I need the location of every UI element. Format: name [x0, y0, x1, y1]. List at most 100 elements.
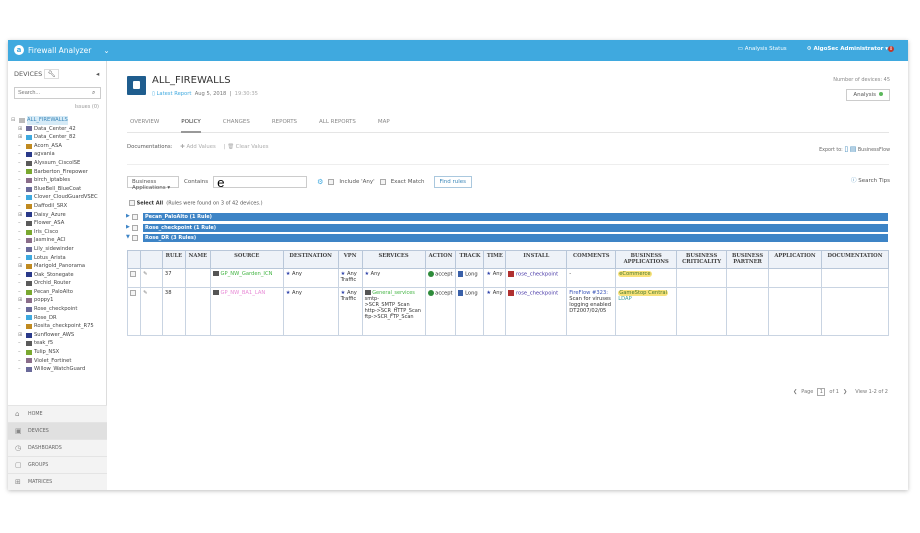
- expand-icon[interactable]: ⊞: [18, 296, 24, 305]
- analysis-button[interactable]: Analysis: [846, 89, 890, 101]
- business-app-link[interactable]: LDAP: [618, 296, 631, 302]
- tree-item[interactable]: ⊞ poppy1: [8, 296, 107, 305]
- group-checkbox[interactable]: [132, 224, 138, 231]
- app-logo[interactable]: a Firewall Analyzer ⌄: [14, 45, 110, 55]
- caret-down-icon[interactable]: ▼: [126, 234, 130, 240]
- search-tips-link[interactable]: ⓘ Search Tips: [851, 176, 890, 184]
- device-group-row[interactable]: ▼ Rose_DR (3 Rules): [126, 234, 888, 242]
- tree-item[interactable]: ⊞ Daisy_Azure: [8, 211, 107, 220]
- page-input[interactable]: 1: [817, 388, 826, 396]
- group-checkbox[interactable]: [132, 235, 138, 241]
- filter-value-input[interactable]: [213, 176, 308, 188]
- device-search-input[interactable]: [14, 87, 101, 99]
- user-menu[interactable]: ⚙ AlgoSec Administrator ▾ 0: [807, 46, 894, 52]
- settings-gear-icon[interactable]: ⚙: [317, 178, 323, 186]
- caret-right-icon[interactable]: ▶: [126, 213, 130, 219]
- analysis-status-link[interactable]: ▭ Analysis Status: [738, 46, 787, 52]
- table-row[interactable]: ✎ 38 GP_NW_BA1_LAN ★ Any ★ Any Traffic Gene…: [127, 287, 890, 336]
- nav-item-dashboards[interactable]: ◷ DASHBOARDS: [8, 439, 107, 456]
- tab-map[interactable]: MAP: [378, 115, 390, 133]
- tab-all-reports[interactable]: ALL REPORTS: [319, 115, 356, 133]
- table-row[interactable]: ✎ 37 GP_NW_Garden_ICN ★ Any ★ Any Traffic ★ …: [127, 268, 890, 288]
- clear-values-button[interactable]: | 🗑︎ Clear Values: [224, 144, 269, 150]
- business-app-link[interactable]: eCommerce: [618, 271, 652, 277]
- tree-item[interactable]: – Lotus_Arista: [8, 254, 107, 263]
- add-values-button[interactable]: ✚ Add Values: [180, 144, 215, 150]
- filter-field-select[interactable]: Business Applications ▾: [127, 176, 179, 191]
- wrench-icon[interactable]: 🔧︎: [44, 69, 59, 79]
- tree-item[interactable]: – BlueBell_BlueCoat: [8, 185, 107, 194]
- tree-item[interactable]: – Acorn_ASA: [8, 142, 107, 151]
- expand-icon[interactable]: ⊞: [18, 125, 24, 134]
- nav-item-matrices[interactable]: ⊞ MATRICES: [8, 473, 107, 490]
- edit-icon[interactable]: ✎: [143, 271, 147, 277]
- tree-item[interactable]: – agvania: [8, 150, 107, 159]
- notification-badge[interactable]: 0: [888, 46, 894, 52]
- group-label[interactable]: Rose_DR (3 Rules): [143, 234, 888, 242]
- tab-changes[interactable]: CHANGES: [223, 115, 250, 133]
- tree-item[interactable]: – Rose_checkpoint: [8, 305, 107, 314]
- expand-icon[interactable]: ⊞: [18, 211, 24, 220]
- tree-item[interactable]: – Pecan_PaloAlto: [8, 288, 107, 297]
- row-checkbox[interactable]: [130, 271, 136, 277]
- latest-report-link[interactable]: ▯ Latest Report: [152, 91, 191, 97]
- tree-item[interactable]: – Oak_Stonegate: [8, 271, 107, 280]
- tree-item[interactable]: ⊞ Marigold_Panorama: [8, 262, 107, 271]
- tree-item[interactable]: – Violet_Fortinet: [8, 357, 107, 366]
- include-any-checkbox[interactable]: [328, 179, 335, 185]
- businessflow-link[interactable]: BusinessFlow: [858, 148, 890, 153]
- nav-item-home[interactable]: ⌂ HOME: [8, 405, 107, 422]
- group-label[interactable]: Pecan_PaloAlto (1 Rule): [143, 213, 888, 221]
- install-target-link[interactable]: rose_checkpoint: [516, 272, 558, 278]
- device-group-row[interactable]: ▶ Rose_checkpoint (1 Rule): [126, 223, 888, 232]
- select-all-checkbox[interactable]: [129, 200, 135, 206]
- businessflow-export-icon[interactable]: ▤: [850, 145, 857, 153]
- documentation-cell[interactable]: [820, 268, 890, 288]
- tree-item[interactable]: ⊞ Sunflower_AWS: [8, 331, 107, 340]
- tree-item[interactable]: – Barberton_Firepower: [8, 168, 107, 177]
- tree-item[interactable]: ⊟ ALL_FIREWALLS: [8, 116, 107, 125]
- caret-right-icon[interactable]: ▶: [126, 224, 130, 230]
- nav-item-groups[interactable]: ▢ GROUPS: [8, 456, 107, 473]
- expand-icon[interactable]: ⊞: [18, 133, 24, 142]
- pdf-export-icon[interactable]: ▯: [844, 145, 848, 153]
- tree-item[interactable]: – Alyssum_CiscoISE: [8, 159, 107, 168]
- tab-reports[interactable]: REPORTS: [272, 115, 297, 133]
- tab-overview[interactable]: OVERVIEW: [130, 115, 159, 133]
- tree-item[interactable]: – Rose_DR: [8, 314, 107, 323]
- documentation-cell[interactable]: [820, 287, 890, 336]
- group-checkbox[interactable]: [132, 214, 138, 220]
- edit-icon[interactable]: ✎: [143, 290, 147, 296]
- find-rules-button[interactable]: Find rules: [433, 176, 473, 188]
- tree-item[interactable]: – birch_iptables: [8, 176, 107, 185]
- collapse-icon[interactable]: ◂: [96, 70, 99, 78]
- tree-item[interactable]: – Daffodil_SRX: [8, 202, 107, 211]
- issues-count[interactable]: Issues (0): [75, 104, 99, 110]
- expand-icon[interactable]: ⊟: [11, 116, 17, 125]
- tree-item[interactable]: – Clover_CloudGuardVSEC: [8, 193, 107, 202]
- tree-item[interactable]: – Orchid_Router: [8, 279, 107, 288]
- source-object[interactable]: GP_NW_BA1_LAN: [220, 290, 265, 296]
- tree-item[interactable]: ⊞ Data_Center_42: [8, 125, 107, 134]
- tree-item[interactable]: – Lily_sidewinder: [8, 245, 107, 254]
- tree-item[interactable]: – Rosita_checkpoint_R75: [8, 322, 107, 331]
- group-label[interactable]: Rose_checkpoint (1 Rule): [143, 223, 888, 232]
- tab-policy[interactable]: POLICY: [181, 115, 201, 133]
- source-object[interactable]: GP_NW_Garden_ICN: [220, 271, 272, 277]
- tree-item[interactable]: – teak_f5: [8, 339, 107, 348]
- device-group-row[interactable]: ▶ Pecan_PaloAlto (1 Rule): [126, 213, 888, 221]
- exact-match-checkbox[interactable]: [379, 179, 386, 185]
- expand-icon[interactable]: ⊞: [18, 331, 24, 340]
- prev-page-icon[interactable]: ❮: [793, 389, 797, 395]
- tree-item[interactable]: ⊞ Data_Center_82: [8, 133, 107, 142]
- chevron-down-icon[interactable]: ⌄: [103, 46, 109, 55]
- row-checkbox[interactable]: [130, 290, 136, 296]
- tree-item[interactable]: – Flower_ASA: [8, 219, 107, 228]
- next-page-icon[interactable]: ❯: [843, 389, 847, 395]
- install-target-link[interactable]: rose_checkpoint: [516, 291, 558, 297]
- expand-icon[interactable]: ⊞: [18, 262, 24, 271]
- tree-item[interactable]: – Willow_WatchGuard: [8, 365, 107, 374]
- tree-item[interactable]: – Iris_Cisco: [8, 228, 107, 237]
- nav-item-devices[interactable]: ▣ DEVICES: [8, 422, 107, 439]
- search-icon[interactable]: ⌕: [92, 89, 95, 97]
